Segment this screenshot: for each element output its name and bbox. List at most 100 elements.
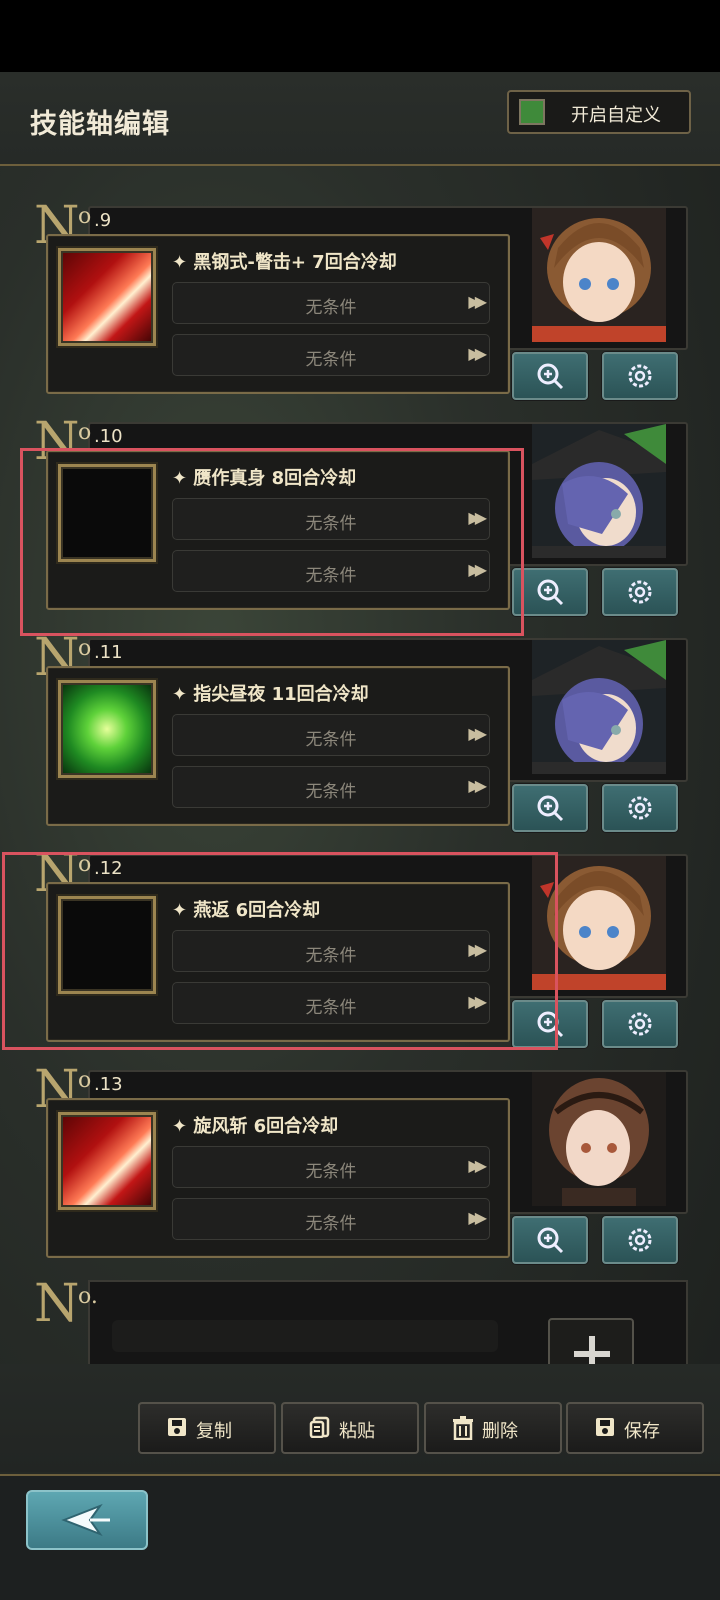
- condition-slot-1[interactable]: 无条件 ▶▶: [172, 1146, 490, 1188]
- condition-slot-2[interactable]: 无条件 ▶▶: [172, 1198, 490, 1240]
- condition-slot-2[interactable]: 无条件 ▶▶: [172, 550, 490, 592]
- character-portrait-brown-hair-girl: [532, 208, 666, 342]
- gear-icon: [628, 1012, 652, 1036]
- condition-text: 无条件: [305, 782, 357, 802]
- double-arrow-icon: ▶▶: [468, 940, 486, 959]
- condition-text: 无条件: [305, 730, 357, 750]
- entry-number-o: o: [78, 1068, 92, 1093]
- character-portrait-brown-hair-girl: [532, 856, 666, 990]
- status-bar: [0, 0, 720, 72]
- gear-icon: [628, 1228, 652, 1252]
- skill-entry-12: N o .12 ✦ 燕返 6回合冷却 无条件 ▶▶ 无条件 ▶▶: [0, 848, 720, 1064]
- entry-number: .10: [94, 426, 123, 447]
- settings-button[interactable]: [602, 784, 678, 832]
- entry-number: .12: [94, 858, 123, 879]
- settings-button[interactable]: [602, 352, 678, 400]
- empty-skill-slot[interactable]: [58, 896, 156, 994]
- empty-skill-slot[interactable]: [58, 464, 156, 562]
- skill-entry-13: N o .13 ✦ 旋风斩 6回合冷却 无条件 ▶▶ 无条件 ▶▶: [0, 1064, 720, 1280]
- copy-button[interactable]: 复制: [138, 1402, 276, 1454]
- skill-name: 旋风斩 6回合冷却: [193, 1116, 339, 1137]
- skill-panel: ✦ 旋风斩 6回合冷却 无条件 ▶▶ 无条件 ▶▶: [46, 1098, 510, 1258]
- custom-mode-toggle[interactable]: 开启自定义: [507, 90, 691, 134]
- new-skill-entry: N o.: [0, 1274, 720, 1382]
- back-arrow-icon: [61, 1503, 110, 1537]
- back-button[interactable]: [26, 1490, 148, 1550]
- condition-text: 无条件: [305, 566, 357, 586]
- condition-text: 无条件: [305, 514, 357, 534]
- condition-slot-1[interactable]: 无条件 ▶▶: [172, 714, 490, 756]
- entry-number-N: N: [34, 1274, 80, 1334]
- condition-slot-1[interactable]: 无条件 ▶▶: [172, 282, 490, 324]
- entry-number-o: o: [78, 636, 92, 661]
- skill-name: 指尖昼夜 11回合冷却: [193, 684, 369, 705]
- condition-text: 无条件: [305, 1214, 357, 1234]
- double-arrow-icon: ▶▶: [468, 1156, 486, 1175]
- condition-slot-2[interactable]: 无条件 ▶▶: [172, 766, 490, 808]
- save-button[interactable]: 保存: [566, 1402, 704, 1454]
- clipboard-icon: [309, 1416, 330, 1438]
- settings-button[interactable]: [602, 568, 678, 616]
- condition-slot-2[interactable]: 无条件 ▶▶: [172, 334, 490, 376]
- gear-icon: [628, 364, 652, 388]
- toggle-checkbox[interactable]: [519, 99, 545, 125]
- condition-text: 无条件: [305, 998, 357, 1018]
- double-arrow-icon: ▶▶: [468, 292, 486, 311]
- red-slash-skill-icon[interactable]: [58, 248, 156, 346]
- skill-panel: ✦ 指尖昼夜 11回合冷却 无条件 ▶▶ 无条件 ▶▶: [46, 666, 510, 826]
- copy-label: 复制: [196, 1421, 232, 1442]
- double-arrow-icon: ▶▶: [468, 560, 486, 579]
- save-label: 保存: [624, 1421, 660, 1442]
- page-title: 技能轴编辑: [30, 109, 170, 140]
- skill-timeline-editor-screen: 技能轴编辑 开启自定义 N o .9 ✦ 黑钢式-瞥击+ 7回合冷却 无条件 ▶▶…: [0, 0, 720, 1600]
- zoom-in-icon: [537, 579, 564, 606]
- zoom-button[interactable]: [512, 1216, 588, 1264]
- zoom-button[interactable]: [512, 1000, 588, 1048]
- condition-slot-1[interactable]: 无条件 ▶▶: [172, 498, 490, 540]
- zoom-button[interactable]: [512, 568, 588, 616]
- zoom-button[interactable]: [512, 784, 588, 832]
- double-arrow-icon: ▶▶: [468, 776, 486, 795]
- red-slash-skill-icon[interactable]: [58, 1112, 156, 1210]
- skill-entry-10: N o .10 ✦ 赝作真身 8回合冷却 无条件 ▶▶ 无条件 ▶▶: [0, 416, 720, 632]
- condition-text: 无条件: [305, 350, 357, 370]
- condition-slot-2[interactable]: 无条件 ▶▶: [172, 982, 490, 1024]
- zoom-button[interactable]: [512, 352, 588, 400]
- double-arrow-icon: ▶▶: [468, 724, 486, 743]
- entry-number: .13: [94, 1074, 123, 1095]
- zoom-in-icon: [537, 363, 564, 390]
- double-arrow-icon: ▶▶: [468, 344, 486, 363]
- entry-number-o: o: [78, 852, 92, 877]
- entry-number-o: o.: [78, 1284, 98, 1309]
- skill-panel: ✦ 赝作真身 8回合冷却 无条件 ▶▶ 无条件 ▶▶: [46, 450, 510, 610]
- condition-slot-1[interactable]: 无条件 ▶▶: [172, 930, 490, 972]
- double-arrow-icon: ▶▶: [468, 992, 486, 1011]
- settings-button[interactable]: [602, 1216, 678, 1264]
- character-portrait-purple-hair-witch: [532, 424, 666, 558]
- settings-button[interactable]: [602, 1000, 678, 1048]
- gear-icon: [628, 796, 652, 820]
- empty-skill-bar: [112, 1320, 498, 1352]
- entry-number: .11: [94, 642, 123, 663]
- skill-entry-11: N o .11 ✦ 指尖昼夜 11回合冷却 无条件 ▶▶ 无条件 ▶▶: [0, 632, 720, 848]
- skill-entry-9: N o .9 ✦ 黑钢式-瞥击+ 7回合冷却 无条件 ▶▶ 无条件 ▶▶: [0, 200, 720, 416]
- zoom-in-icon: [537, 1227, 564, 1254]
- skill-title: ✦ 指尖昼夜 11回合冷却: [172, 684, 369, 705]
- green-tornado-skill-icon[interactable]: [58, 680, 156, 778]
- character-portrait-brown-hair-lady: [532, 1072, 666, 1206]
- double-arrow-icon: ▶▶: [468, 1208, 486, 1227]
- skill-name: 燕返 6回合冷却: [193, 900, 321, 921]
- skill-name: 赝作真身 8回合冷却: [193, 468, 357, 489]
- character-portrait-purple-hair-witch: [532, 640, 666, 774]
- double-arrow-icon: ▶▶: [468, 508, 486, 527]
- zoom-in-icon: [537, 795, 564, 822]
- entry-number-o: o: [78, 420, 92, 445]
- entry-number-o: o: [78, 204, 92, 229]
- condition-text: 无条件: [305, 946, 357, 966]
- floppy-icon: [596, 1418, 614, 1436]
- paste-button[interactable]: 粘贴: [281, 1402, 419, 1454]
- delete-label: 删除: [482, 1421, 518, 1442]
- skill-title: ✦ 旋风斩 6回合冷却: [172, 1116, 339, 1137]
- skill-panel: ✦ 黑钢式-瞥击+ 7回合冷却 无条件 ▶▶ 无条件 ▶▶: [46, 234, 510, 394]
- delete-button[interactable]: 删除: [424, 1402, 562, 1454]
